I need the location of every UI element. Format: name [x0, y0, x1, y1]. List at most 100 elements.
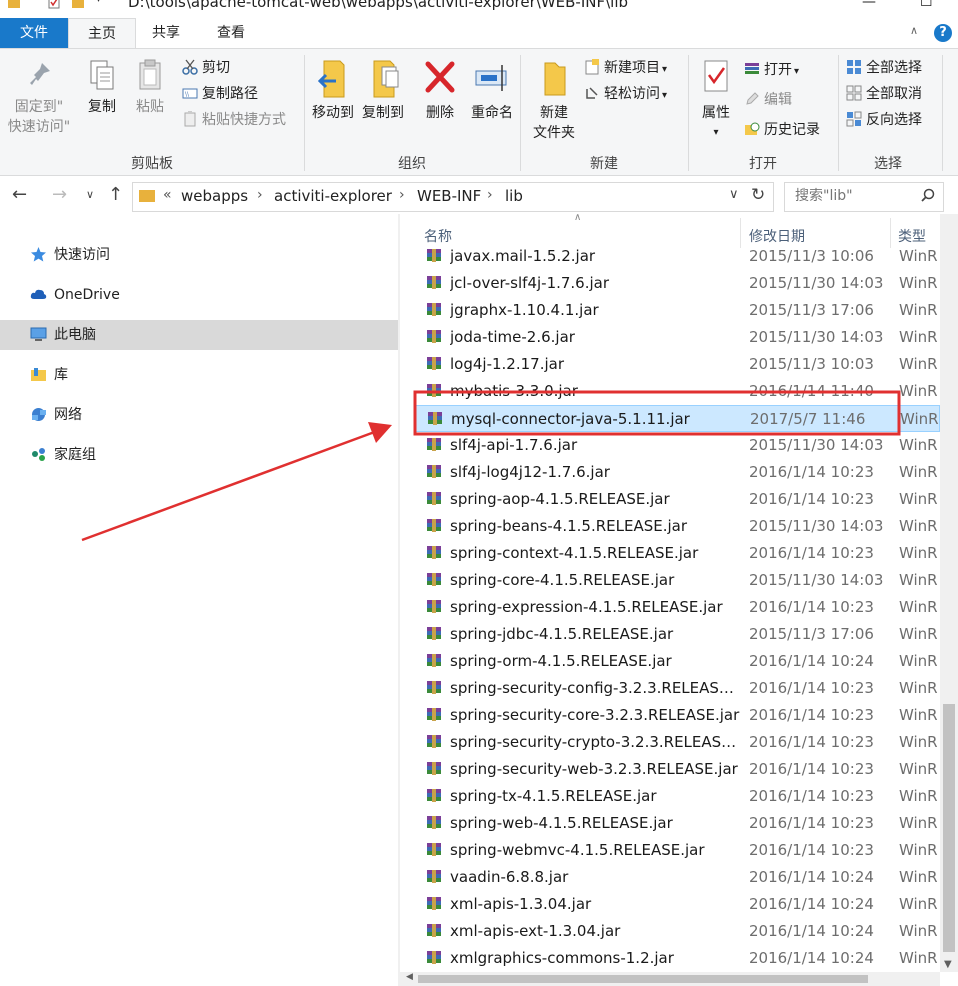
vertical-scrollbar[interactable]: ▼: [940, 214, 958, 972]
horizontal-scroll-thumb[interactable]: [418, 975, 868, 983]
new-folder-quick-icon[interactable]: [72, 0, 84, 10]
file-row[interactable]: mysql-connector-java-5.1.11.jar 2017/5/7 …: [414, 405, 940, 432]
file-row[interactable]: spring-security-crypto-3.2.3.RELEASE... 2…: [414, 729, 940, 756]
file-row[interactable]: spring-tx-4.1.5.RELEASE.jar 2016/1/14 10:…: [414, 783, 940, 810]
nav-item-quick-access[interactable]: 快速访问: [0, 240, 398, 270]
edit-button[interactable]: 编辑: [744, 89, 792, 111]
address-dropdown-chevron-icon[interactable]: ∨: [729, 187, 739, 202]
tab-file[interactable]: 文件: [0, 18, 68, 48]
file-row[interactable]: spring-jdbc-4.1.5.RELEASE.jar 2015/11/3 1…: [414, 621, 940, 648]
file-row[interactable]: javax.mail-1.5.2.jar 2015/11/3 10:06 WinR: [414, 243, 940, 270]
file-type: WinR: [899, 490, 938, 508]
file-row[interactable]: spring-beans-4.1.5.RELEASE.jar 2015/11/30…: [414, 513, 940, 540]
file-row[interactable]: spring-security-config-3.2.3.RELEASE... 2…: [414, 675, 940, 702]
file-row[interactable]: spring-expression-4.1.5.RELEASE.jar 2016/…: [414, 594, 940, 621]
file-row[interactable]: spring-security-web-3.2.3.RELEASE.jar 201…: [414, 756, 940, 783]
paste-shortcut-button[interactable]: 粘贴快捷方式: [182, 109, 286, 131]
address-bar[interactable]: « webapps › activiti-explorer › WEB-INF …: [132, 182, 774, 212]
open-button[interactable]: 打开 ▾: [744, 59, 799, 81]
scroll-down-arrow-icon[interactable]: ▼: [944, 959, 952, 970]
collapse-ribbon-icon[interactable]: ∧: [910, 24, 918, 37]
file-row[interactable]: vaadin-6.8.8.jar 2016/1/14 10:24 WinR: [414, 864, 940, 891]
copy-path-label: 复制路径: [202, 86, 258, 102]
nav-item-this-pc[interactable]: 此电脑: [0, 320, 398, 350]
breadcrumb-lib[interactable]: lib: [505, 187, 523, 205]
search-icon[interactable]: [921, 188, 935, 202]
file-list: ∧ 名称 修改日期 类型 javax.mail-1.5.2.jar 2015/11…: [400, 214, 940, 972]
quick-access-dropdown-icon[interactable]: ▾: [96, 0, 101, 5]
minimize-button[interactable]: —: [862, 0, 876, 10]
copy-to-button[interactable]: 复制到: [358, 59, 408, 123]
properties-quick-icon[interactable]: [48, 0, 60, 10]
help-icon[interactable]: ?: [934, 24, 952, 42]
scissors-icon: [182, 59, 198, 75]
breadcrumb-overflow[interactable]: «: [163, 187, 172, 203]
select-all-button[interactable]: 全部选择: [846, 57, 922, 79]
edit-label: 编辑: [764, 92, 792, 108]
tab-view[interactable]: 查看: [198, 18, 264, 48]
file-date: 2016/1/14 10:24: [749, 652, 874, 670]
scroll-left-arrow-icon[interactable]: ◀: [406, 972, 413, 982]
nav-item-libraries[interactable]: 库: [0, 360, 398, 390]
pin-to-quick-access-button[interactable]: 固定到" 快速访问": [6, 59, 72, 137]
file-row[interactable]: mybatis-3.3.0.jar 2016/1/14 11:40 WinR: [414, 378, 940, 405]
back-arrow-icon[interactable]: ←: [12, 184, 27, 205]
properties-button[interactable]: 属性 ▾: [694, 59, 738, 143]
copy-path-button[interactable]: \\ 复制路径: [182, 83, 258, 105]
file-row[interactable]: xml-apis-ext-1.3.04.jar 2016/1/14 10:24 Wi…: [414, 918, 940, 945]
tab-share[interactable]: 共享: [134, 18, 198, 48]
breadcrumb-activiti-explorer[interactable]: activiti-explorer: [274, 187, 392, 205]
cut-button[interactable]: 剪切: [182, 57, 230, 79]
delete-button[interactable]: 删除: [418, 59, 462, 123]
select-none-button[interactable]: 全部取消: [846, 83, 922, 105]
organize-group-label: 组织: [398, 156, 426, 172]
chevron-right-icon[interactable]: ›: [257, 187, 263, 203]
file-type: WinR: [899, 274, 938, 292]
breadcrumb-web-inf[interactable]: WEB-INF: [417, 187, 481, 205]
horizontal-scrollbar[interactable]: ◀: [400, 972, 940, 986]
file-row[interactable]: jcl-over-slf4j-1.7.6.jar 2015/11/30 14:03…: [414, 270, 940, 297]
paste-button[interactable]: 粘贴: [128, 59, 172, 117]
file-type: WinR: [899, 652, 938, 670]
new-group-label: 新建: [590, 156, 618, 172]
file-row[interactable]: xmlgraphics-commons-1.2.jar 2016/1/14 10:…: [414, 945, 940, 972]
recent-locations-chevron-icon[interactable]: ∨: [86, 188, 94, 201]
file-row[interactable]: log4j-1.2.17.jar 2015/11/3 10:03 WinR: [414, 351, 940, 378]
file-row[interactable]: spring-security-core-3.2.3.RELEASE.jar 20…: [414, 702, 940, 729]
copy-button[interactable]: 复制: [80, 59, 124, 117]
maximize-button[interactable]: ☐: [920, 0, 933, 10]
file-row[interactable]: spring-context-4.1.5.RELEASE.jar 2016/1/1…: [414, 540, 940, 567]
file-row[interactable]: spring-webmvc-4.1.5.RELEASE.jar 2016/1/14…: [414, 837, 940, 864]
easy-access-button[interactable]: 轻松访问 ▾: [584, 83, 667, 105]
forward-arrow-icon[interactable]: →: [52, 184, 67, 205]
up-arrow-icon[interactable]: ↑: [108, 184, 123, 205]
history-button[interactable]: 历史记录: [744, 119, 820, 141]
file-row[interactable]: joda-time-2.6.jar 2015/11/30 14:03 WinR: [414, 324, 940, 351]
file-row[interactable]: spring-orm-4.1.5.RELEASE.jar 2016/1/14 10…: [414, 648, 940, 675]
tab-home[interactable]: 主页: [68, 18, 136, 49]
clipboard-icon: [139, 59, 161, 90]
file-row[interactable]: slf4j-api-1.7.6.jar 2015/11/30 14:03 WinR: [414, 432, 940, 459]
rename-button[interactable]: 重命名: [466, 59, 518, 123]
file-row[interactable]: spring-core-4.1.5.RELEASE.jar 2015/11/30 …: [414, 567, 940, 594]
file-row[interactable]: xml-apis-1.3.04.jar 2016/1/14 10:24 WinR: [414, 891, 940, 918]
file-row[interactable]: spring-web-4.1.5.RELEASE.jar 2016/1/14 10…: [414, 810, 940, 837]
breadcrumb-webapps[interactable]: webapps: [181, 187, 248, 205]
nav-item-homegroup[interactable]: 家庭组: [0, 440, 398, 470]
new-item-button[interactable]: 新建项目 ▾: [584, 57, 667, 79]
file-type: WinR: [900, 410, 939, 428]
nav-item-network[interactable]: 网络: [0, 400, 398, 430]
vertical-scroll-thumb[interactable]: [943, 704, 955, 952]
invert-selection-button[interactable]: 反向选择: [846, 109, 922, 131]
search-box[interactable]: [784, 182, 944, 212]
file-row[interactable]: slf4j-log4j12-1.7.6.jar 2016/1/14 10:23 Wi…: [414, 459, 940, 486]
move-to-button[interactable]: 移动到: [308, 59, 358, 123]
search-input[interactable]: [793, 187, 917, 205]
refresh-icon[interactable]: ↻: [751, 185, 765, 205]
new-folder-button[interactable]: 新建 文件夹: [526, 59, 582, 143]
file-row[interactable]: spring-aop-4.1.5.RELEASE.jar 2016/1/14 10…: [414, 486, 940, 513]
chevron-right-icon[interactable]: ›: [487, 187, 493, 203]
nav-item-onedrive[interactable]: OneDrive: [0, 280, 398, 310]
file-row[interactable]: jgraphx-1.10.4.1.jar 2015/11/3 17:06 WinR: [414, 297, 940, 324]
chevron-right-icon[interactable]: ›: [399, 187, 405, 203]
